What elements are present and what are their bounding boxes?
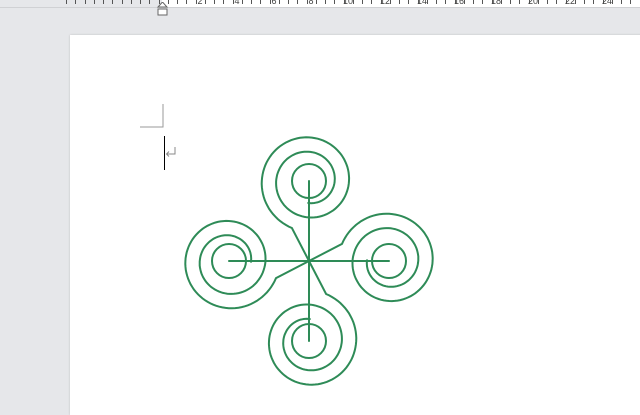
ruler-tick [482,0,483,4]
ruler-tick [242,0,243,4]
ruler-tick [538,0,539,4]
ruler-tick [279,0,280,4]
horizontal-ruler[interactable]: 2 4 6 8 10 12 14 16 18 20 22 24 [0,0,640,7]
ruler-number: 22 [564,0,576,6]
ruler-tick [122,0,123,4]
spiral-arm-4 [184,219,310,310]
ruler-tick [593,0,594,4]
ruler-tick [325,0,326,4]
ruler-tick [251,0,252,4]
paragraph-mark-icon [165,147,176,157]
ruler-tick [149,0,150,4]
ruler-number: 10 [342,0,354,6]
ruler-number: 4 [234,0,240,6]
ruler-tick [519,0,520,4]
ruler-tick [399,0,400,4]
ruler-tick [575,0,576,4]
ruler-tick [436,0,437,4]
spiral-shape-drawing[interactable] [178,130,440,392]
ruler-tick [186,0,187,4]
ruler-tick [510,0,511,4]
spiral-arm-2 [308,212,434,303]
ruler-number: 16 [453,0,465,6]
ruler-tick [94,0,95,4]
ruler-tick [390,0,391,4]
ruler-divider [0,7,640,8]
ruler-number: 20 [527,0,539,6]
ruler-tick [556,0,557,4]
ruler-tick [112,0,113,4]
ruler-tick [334,0,335,4]
indent-marker-icon[interactable] [157,2,168,16]
ruler-number: 14 [416,0,428,6]
ruler-tick [547,0,548,4]
ruler-tick [168,0,169,4]
ruler-tick [630,0,631,4]
ruler-tick [288,0,289,4]
ruler-tick [362,0,363,4]
ruler-tick [473,0,474,4]
ruler-tick [214,0,215,4]
ruler-number: 24 [601,0,613,6]
ruler-tick [103,0,104,4]
ruler-number: 18 [490,0,502,6]
ruler-tick [353,0,354,4]
spiral-arm-3 [267,260,358,386]
ruler-tick [177,0,178,4]
ruler-tick [501,0,502,4]
margin-corner-mark-icon [140,104,164,128]
ruler-tick [612,0,613,4]
ruler-tick [140,0,141,4]
ruler-tick [316,0,317,4]
ruler-tick [584,0,585,4]
ruler-tick [464,0,465,4]
ruler-tick [260,0,261,4]
ruler-tick [445,0,446,4]
ruler-tick [408,0,409,4]
ruler-number: 8 [308,0,314,6]
ruler-tick [85,0,86,4]
ruler-tick [297,0,298,4]
ruler-number: 12 [379,0,391,6]
ruler-number: 2 [197,0,203,6]
ruler-number: 6 [271,0,277,6]
ruler-tick [371,0,372,4]
ruler-tick [66,0,67,4]
ruler-tick [223,0,224,4]
spiral-arm-1 [260,136,351,262]
ruler-tick [621,0,622,4]
ruler-tick [427,0,428,4]
ruler-tick [75,0,76,4]
ruler-tick [205,0,206,4]
ruler-tick [131,0,132,4]
